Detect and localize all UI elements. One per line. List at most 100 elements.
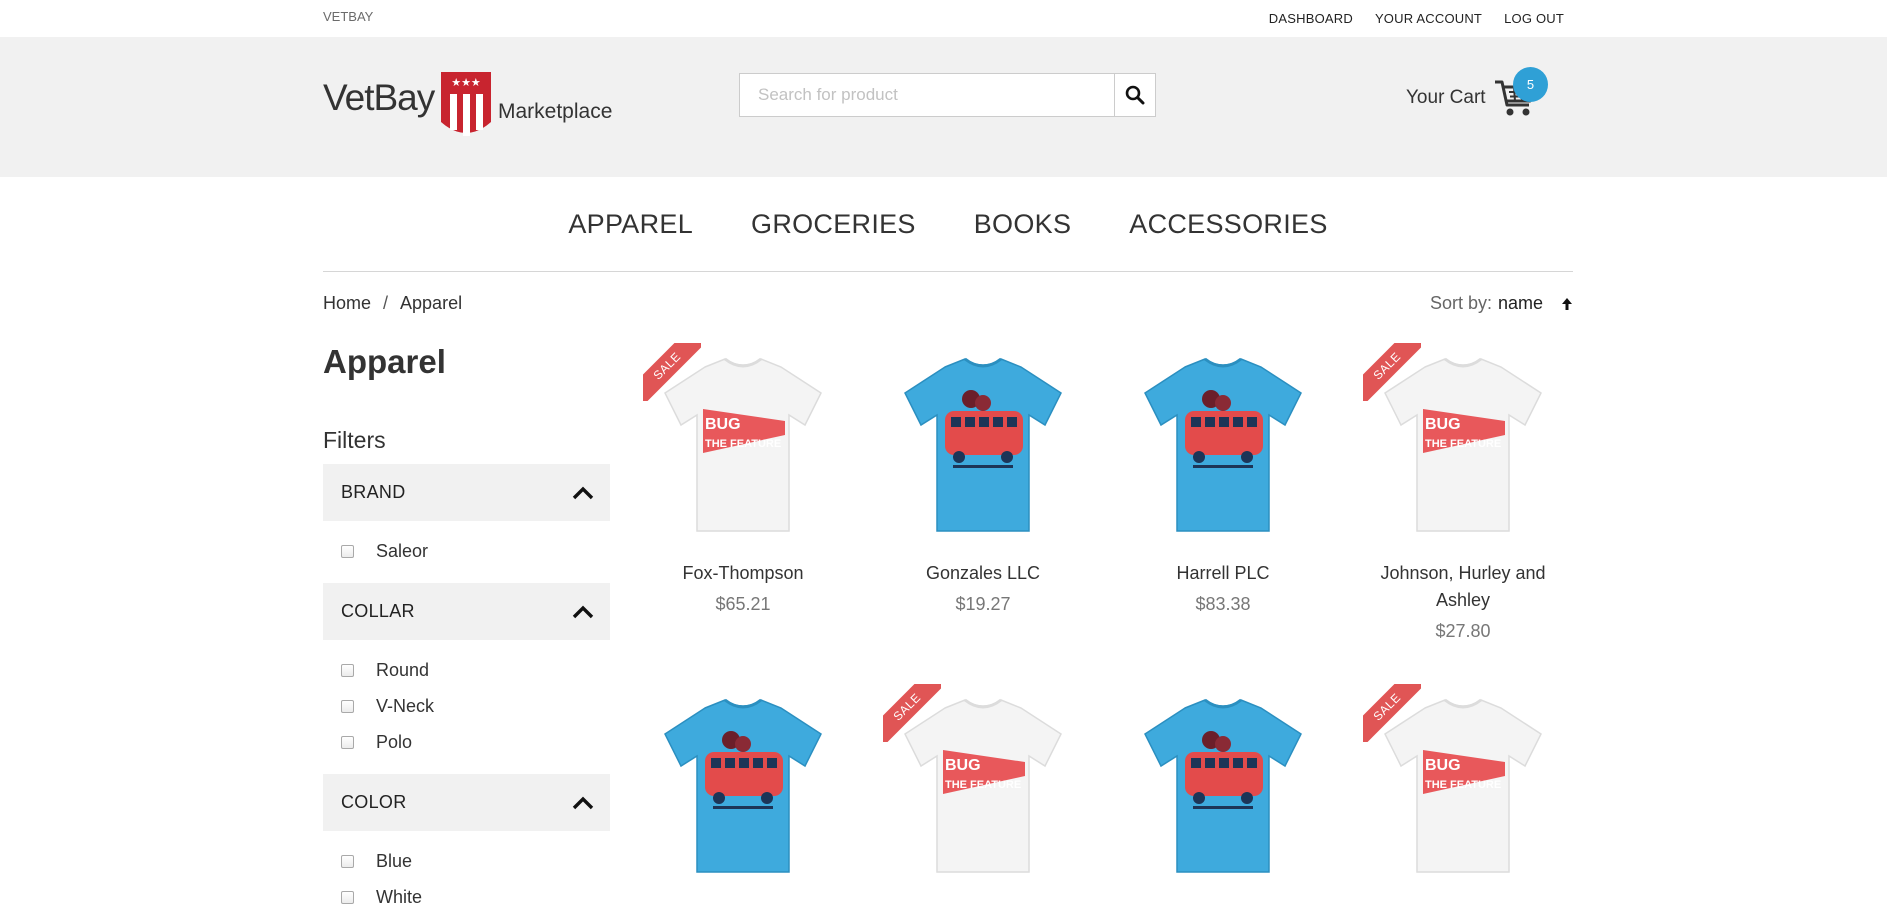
filter-option[interactable]: Blue xyxy=(341,843,610,879)
site-logo[interactable]: VetBay ★★★ Marketplace xyxy=(323,72,613,142)
sale-badge: SALE xyxy=(643,343,701,401)
product-card[interactable]: BUG THE FEATURE SALE xyxy=(883,684,1083,884)
filter-collar-options: Round V-Neck Polo xyxy=(323,640,610,774)
dashboard-link[interactable]: DASHBOARD xyxy=(1269,11,1353,26)
cart-count-badge: 5 xyxy=(1513,67,1548,102)
filter-collar-header[interactable]: COLLAR xyxy=(323,583,610,640)
filter-option[interactable]: Polo xyxy=(341,724,610,760)
svg-text:THE FEATURE: THE FEATURE xyxy=(1425,438,1501,450)
sort-label: Sort by: xyxy=(1429,293,1492,313)
filter-option[interactable]: Saleor xyxy=(341,533,610,569)
checkbox[interactable] xyxy=(341,890,354,904)
product-image[interactable]: BUG THE FEATURE SALE xyxy=(1363,343,1563,543)
sale-badge: SALE xyxy=(1363,343,1421,401)
search-icon xyxy=(1125,85,1145,105)
nav-books[interactable]: BOOKS xyxy=(974,209,1072,240)
filter-collar-title: COLLAR xyxy=(341,601,415,621)
filter-color-options: Blue White xyxy=(323,831,610,907)
product-price: $65.21 xyxy=(715,594,771,614)
filter-brand-header[interactable]: BRAND xyxy=(323,464,610,521)
product-name[interactable]: Fox-Thompson xyxy=(643,560,843,587)
filter-option-label: Round xyxy=(376,659,430,680)
product-card[interactable]: BUG THE FEATURE SALE Fox-Thompson $65.21 xyxy=(643,343,843,615)
product-card[interactable]: Gonzales LLC $19.27 xyxy=(883,343,1083,615)
product-image[interactable]: BUG THE FEATURE SALE xyxy=(1363,684,1563,884)
product-card[interactable] xyxy=(643,684,843,884)
svg-text:BUG: BUG xyxy=(1425,416,1461,433)
tshirt-image xyxy=(904,357,1062,532)
chevron-up-icon xyxy=(572,486,594,499)
product-name[interactable]: Harrell PLC xyxy=(1123,560,1323,587)
svg-text:THE FEATURE: THE FEATURE xyxy=(1425,779,1501,791)
your-account-link[interactable]: YOUR ACCOUNT xyxy=(1375,11,1482,26)
cart-label: Your Cart xyxy=(1406,87,1486,108)
filter-option[interactable]: White xyxy=(341,879,610,907)
sort-value[interactable]: name xyxy=(1498,293,1543,314)
nav-groceries[interactable]: GROCERIES xyxy=(751,209,916,240)
filter-brand-options: Saleor xyxy=(323,521,610,583)
product-price: $19.27 xyxy=(955,594,1011,614)
nav-apparel[interactable]: APPAREL xyxy=(568,209,693,240)
checkbox[interactable] xyxy=(341,854,354,868)
top-bar: VETBAY DASHBOARD YOUR ACCOUNT LOG OUT xyxy=(0,0,1887,37)
svg-text:★★★: ★★★ xyxy=(451,76,481,89)
filter-option-label: V-Neck xyxy=(376,695,435,716)
top-brand: VETBAY xyxy=(323,9,374,24)
sort-arrow-up-icon[interactable] xyxy=(1561,297,1573,311)
checkbox[interactable] xyxy=(341,663,354,677)
product-price: $83.38 xyxy=(1195,594,1251,614)
breadcrumb: Home / Apparel xyxy=(323,293,462,314)
product-image[interactable] xyxy=(883,343,1083,543)
breadcrumb-current[interactable]: Apparel xyxy=(400,293,462,314)
header: VetBay ★★★ Marketplace Your Cart xyxy=(0,37,1887,177)
product-image[interactable] xyxy=(1123,684,1323,884)
svg-text:THE FEATURE: THE FEATURE xyxy=(945,779,1021,791)
filter-option[interactable]: Round xyxy=(341,652,610,688)
cart[interactable]: Your Cart 5 xyxy=(1406,67,1548,127)
sort-control[interactable]: Sort by: name xyxy=(1430,293,1573,314)
product-image[interactable] xyxy=(643,684,843,884)
product-card[interactable]: Harrell PLC $83.38 xyxy=(1123,343,1323,615)
product-name[interactable]: Gonzales LLC xyxy=(883,560,1083,587)
product-name[interactable]: Johnson, Hurley and Ashley xyxy=(1363,560,1563,614)
search-button[interactable] xyxy=(1114,74,1155,116)
product-card[interactable]: BUG THE FEATURE SALE xyxy=(1363,684,1563,884)
filter-option-label: White xyxy=(376,886,423,907)
logout-link[interactable]: LOG OUT xyxy=(1504,11,1564,26)
product-card[interactable] xyxy=(1123,684,1323,884)
product-image[interactable]: BUG THE FEATURE SALE xyxy=(643,343,843,543)
product-image[interactable]: BUG THE FEATURE SALE xyxy=(883,684,1083,884)
filter-color-header[interactable]: COLOR xyxy=(323,774,610,831)
checkbox[interactable] xyxy=(341,544,354,558)
filter-sidebar: BRAND Saleor COLLAR Round V-Neck Polo CO… xyxy=(323,464,610,907)
chevron-up-icon xyxy=(572,605,594,618)
filter-brand-title: BRAND xyxy=(341,482,406,502)
chevron-up-icon xyxy=(572,796,594,809)
svg-text:BUG: BUG xyxy=(705,416,741,433)
checkbox[interactable] xyxy=(341,735,354,749)
breadcrumb-home[interactable]: Home xyxy=(323,293,371,314)
page-title: Apparel xyxy=(323,343,446,380)
nav-accessories[interactable]: ACCESSORIES xyxy=(1129,209,1327,240)
sale-badge: SALE xyxy=(1363,684,1421,742)
main-nav: APPAREL GROCERIES BOOKS ACCESSORIES xyxy=(323,177,1573,272)
top-nav: DASHBOARD YOUR ACCOUNT LOG OUT xyxy=(1269,11,1564,26)
logo-shield-icon: ★★★ xyxy=(441,72,491,136)
logo-sub: Marketplace xyxy=(498,100,613,123)
filter-option[interactable]: V-Neck xyxy=(341,688,610,724)
svg-text:BUG: BUG xyxy=(945,757,981,774)
filter-option-label: Saleor xyxy=(376,540,429,561)
product-image[interactable] xyxy=(1123,343,1323,543)
filters-heading: Filters xyxy=(323,427,386,453)
filter-color-title: COLOR xyxy=(341,792,407,812)
tshirt-image xyxy=(1144,698,1302,873)
tshirt-image xyxy=(664,698,822,873)
sale-badge: SALE xyxy=(883,684,941,742)
search-input[interactable] xyxy=(740,74,1114,116)
product-price: $27.80 xyxy=(1435,621,1491,641)
checkbox[interactable] xyxy=(341,699,354,713)
tshirt-image xyxy=(1144,357,1302,532)
logo-word: VetBay xyxy=(323,77,435,118)
product-card[interactable]: BUG THE FEATURE SALE Johnson, Hurley and As… xyxy=(1363,343,1563,642)
filter-option-label: Polo xyxy=(376,731,413,752)
